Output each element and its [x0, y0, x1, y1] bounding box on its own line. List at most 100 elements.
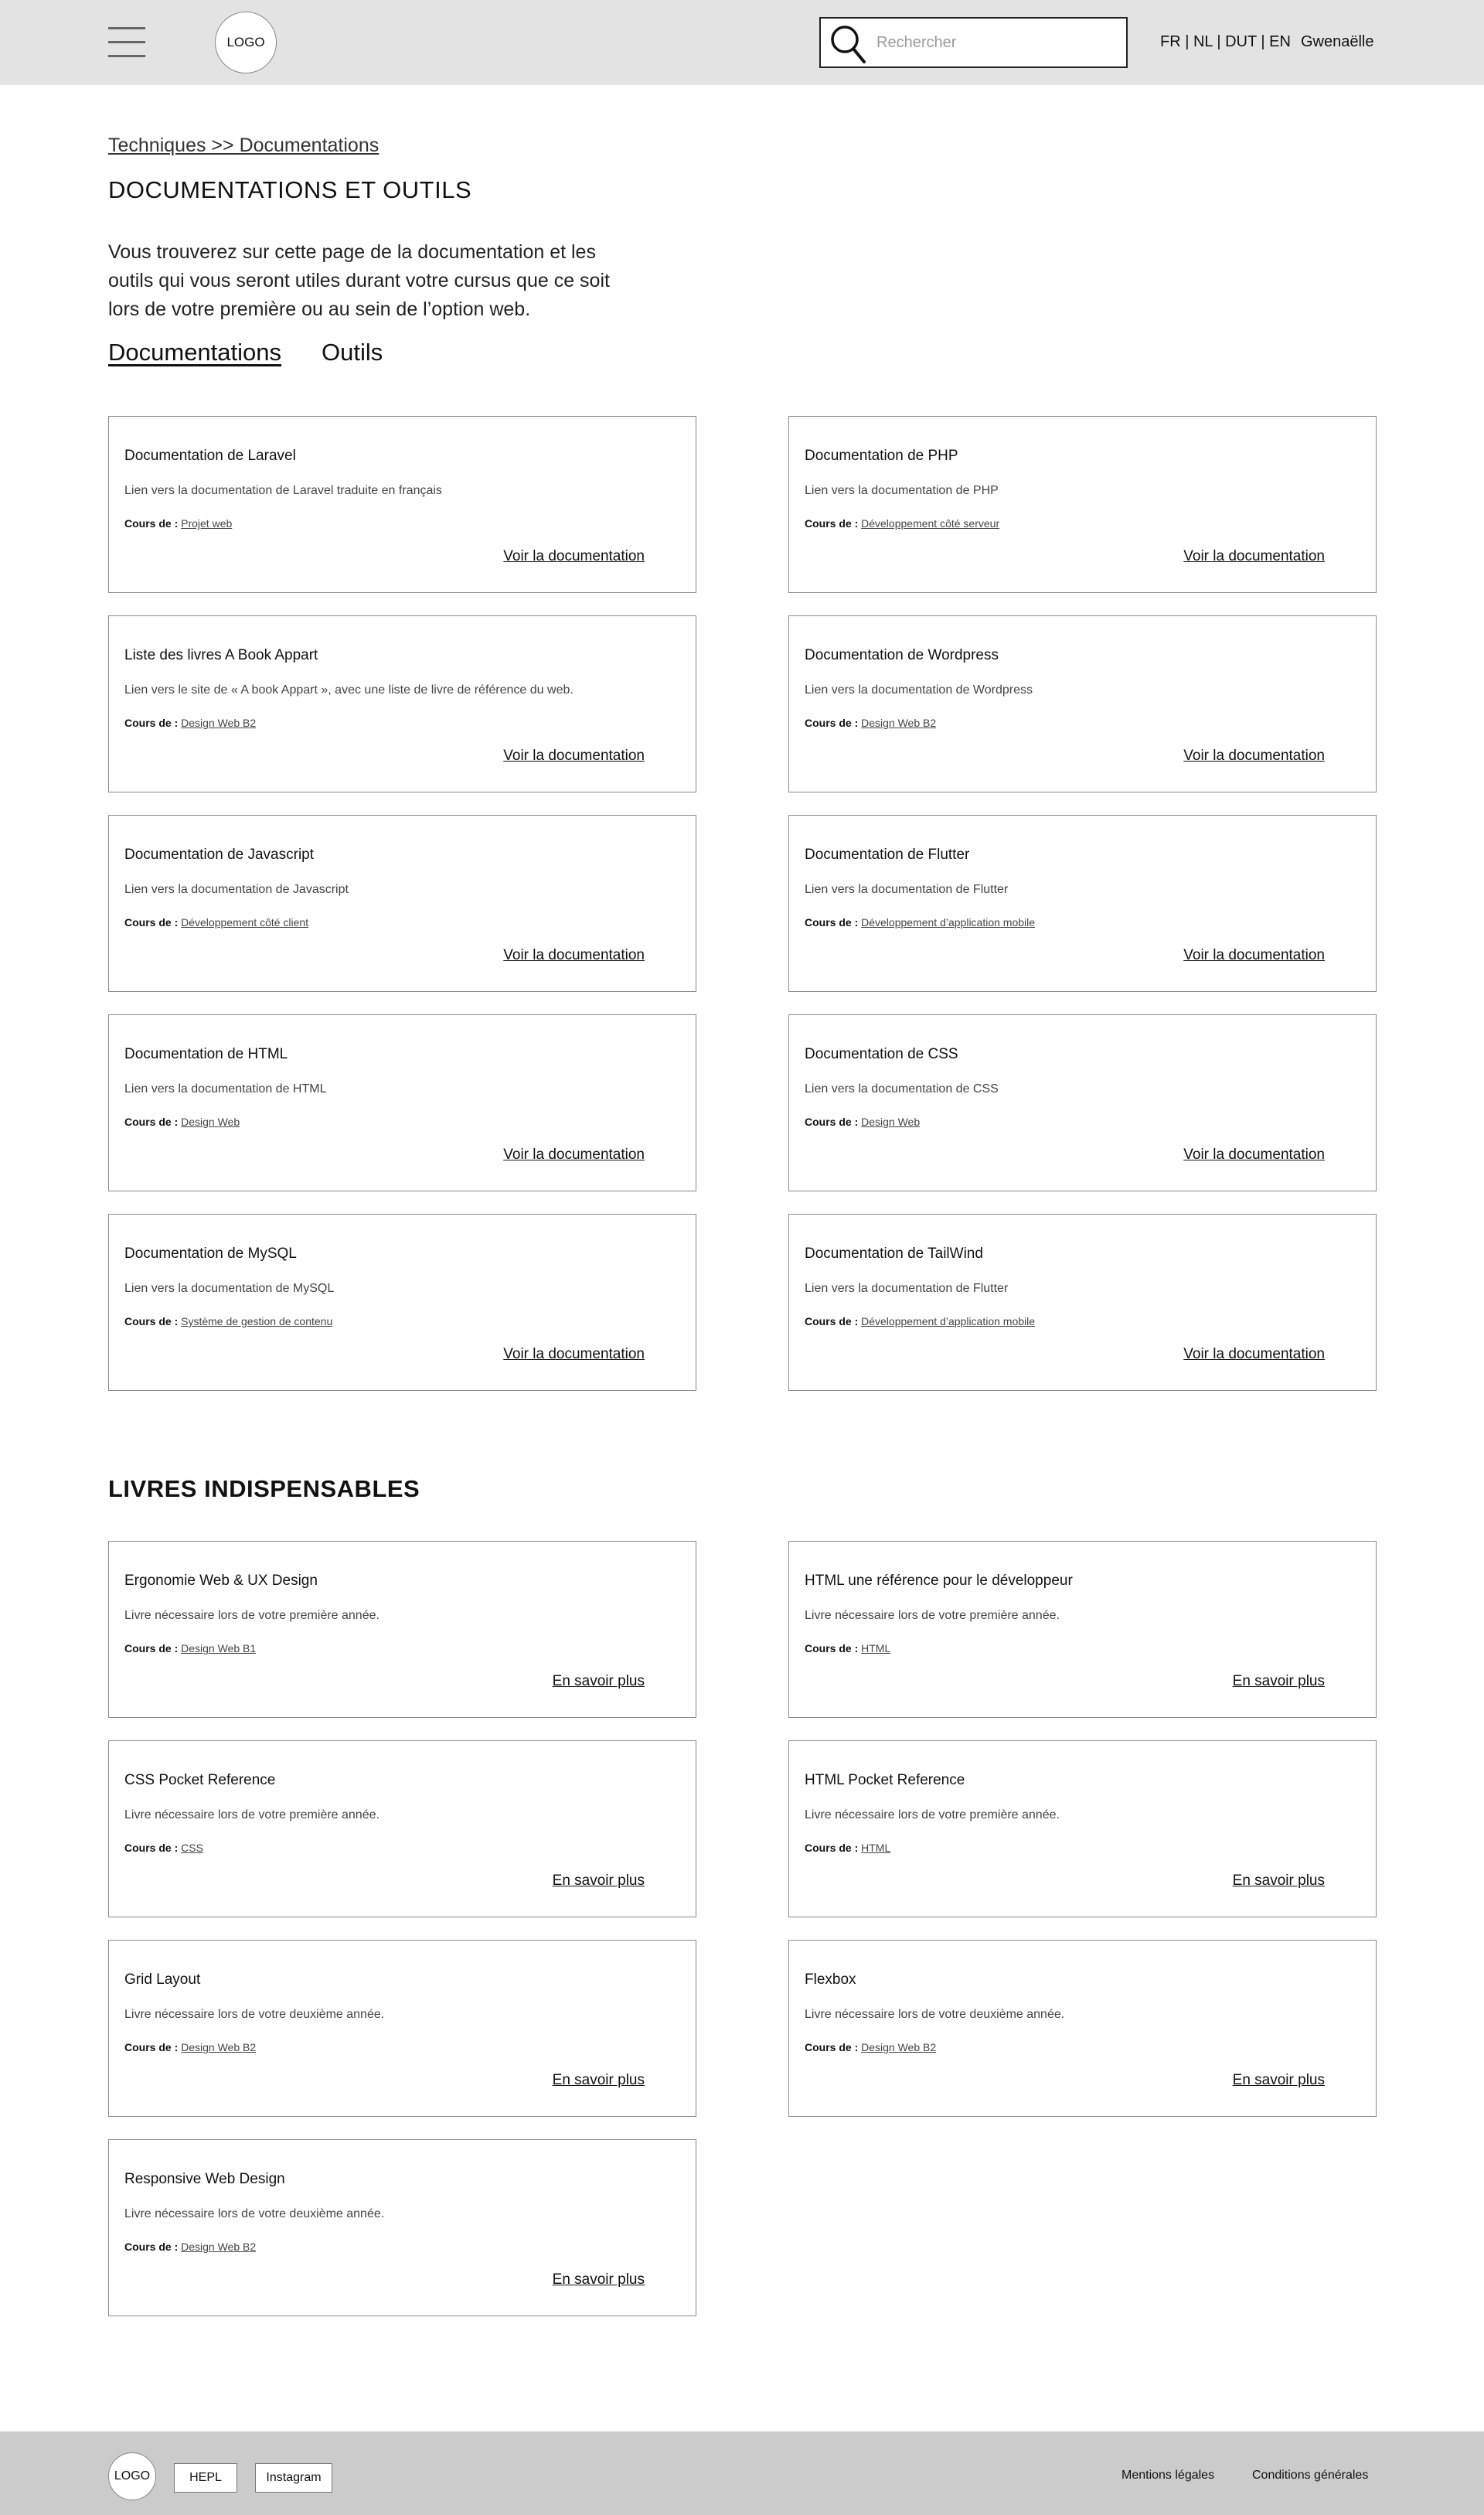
card-title: Documentation de MySQL [124, 1246, 297, 1262]
course-prefix: Cours de : [124, 517, 179, 530]
card-action-link[interactable]: Voir la documentation [1183, 1346, 1325, 1363]
tab-outils[interactable]: Outils [322, 339, 383, 366]
legal-notice-link[interactable]: Mentions légales [1122, 2469, 1214, 2483]
course-link[interactable]: Développement côté serveur [861, 517, 999, 530]
card-action-link[interactable]: Voir la documentation [503, 1346, 645, 1363]
documentation-card: Documentation de TailWind Lien vers la do… [788, 1214, 1377, 1391]
course-link[interactable]: Projet web [181, 517, 232, 530]
card-action-link[interactable]: Voir la documentation [1183, 1147, 1325, 1164]
card-course: Cours de : Design Web B1 [124, 1642, 256, 1655]
card-description: Livre nécessaire lors de votre deuxième … [124, 2207, 385, 2220]
card-description: Lien vers le site de « A book Appart », … [124, 683, 574, 697]
card-title: Documentation de Flutter [805, 847, 970, 863]
card-course: Cours de : HTML [805, 1642, 890, 1655]
card-course: Cours de : Design Web [805, 1116, 920, 1128]
documentation-card: Liste des livres A Book Appart Lien vers … [108, 615, 696, 792]
menu-line [108, 27, 145, 29]
course-link[interactable]: Design Web B2 [861, 717, 936, 729]
course-link[interactable]: Design Web [861, 1116, 920, 1128]
card-action-link[interactable]: Voir la documentation [503, 947, 645, 964]
card-action-link[interactable]: En savoir plus [1233, 1873, 1325, 1890]
card-course: Cours de : Design Web B2 [805, 2041, 936, 2053]
card-action-link[interactable]: Voir la documentation [503, 1147, 645, 1164]
course-link[interactable]: Développement d’application mobile [861, 1315, 1035, 1327]
card-title: Documentation de Laravel [124, 448, 296, 464]
course-link[interactable]: Design Web B1 [181, 1642, 256, 1655]
card-action-link[interactable]: En savoir plus [553, 1673, 645, 1690]
breadcrumb[interactable]: Techniques >> Documentations [108, 135, 379, 157]
card-description: Lien vers la documentation de HTML [124, 1082, 327, 1096]
card-description: Lien vers la documentation de MySQL [124, 1282, 335, 1295]
course-link[interactable]: Design Web B2 [181, 717, 256, 729]
course-link[interactable]: HTML [861, 1842, 890, 1854]
card-title: Documentation de HTML [124, 1046, 288, 1062]
card-title: Responsive Web Design [124, 2171, 285, 2187]
card-course: Cours de : Développement côté client [124, 916, 308, 929]
card-action-link[interactable]: En savoir plus [553, 2271, 645, 2288]
search-input[interactable] [876, 26, 1116, 59]
book-card: CSS Pocket Reference Livre nécessaire lor… [108, 1740, 696, 1917]
card-title: Documentation de TailWind [805, 1246, 983, 1262]
book-card: Grid Layout Livre nécessaire lors de votr… [108, 1940, 696, 2117]
footer-logo[interactable]: LOGO [108, 2452, 156, 2500]
course-link[interactable]: Développement d’application mobile [861, 916, 1035, 929]
card-title: Documentation de PHP [805, 448, 958, 464]
card-action-link[interactable]: En savoir plus [1233, 2072, 1325, 2089]
card-action-link[interactable]: Voir la documentation [1183, 748, 1325, 765]
card-course: Cours de : Design Web [124, 1116, 240, 1128]
book-card: Ergonomie Web & UX Design Livre nécessair… [108, 1541, 696, 1718]
card-action-link[interactable]: Voir la documentation [1183, 947, 1325, 964]
card-title: Flexbox [805, 1971, 856, 1988]
course-prefix: Cours de : [805, 2041, 859, 2053]
course-link[interactable]: Design Web B2 [181, 2241, 256, 2253]
course-prefix: Cours de : [805, 1842, 859, 1854]
card-description: Livre nécessaire lors de votre deuxième … [805, 2008, 1065, 2021]
card-description: Lien vers la documentation de CSS [805, 1082, 999, 1096]
course-link[interactable]: CSS [181, 1842, 203, 1854]
course-prefix: Cours de : [124, 1116, 179, 1128]
course-link[interactable]: HTML [861, 1642, 890, 1655]
book-card: Responsive Web Design Livre nécessaire lo… [108, 2139, 696, 2316]
card-description: Lien vers la documentation de PHP [805, 484, 999, 497]
card-action-link[interactable]: En savoir plus [1233, 1673, 1325, 1690]
search-box[interactable] [819, 17, 1128, 68]
card-action-link[interactable]: Voir la documentation [1183, 548, 1325, 565]
hepl-button[interactable]: HEPL [174, 2463, 237, 2493]
course-prefix: Cours de : [124, 916, 179, 929]
card-action-link[interactable]: Voir la documentation [503, 548, 645, 565]
menu-line [108, 41, 145, 43]
instagram-button[interactable]: Instagram [255, 2463, 332, 2493]
terms-link[interactable]: Conditions générales [1252, 2469, 1368, 2483]
book-card: HTML une référence pour le développeur Li… [788, 1541, 1377, 1718]
course-prefix: Cours de : [124, 1842, 179, 1854]
course-link[interactable]: Développement côté client [181, 916, 308, 929]
search-icon[interactable] [829, 23, 867, 65]
language-switcher[interactable]: FR | NL | DUT | EN [1160, 33, 1291, 51]
documentation-card: Documentation de PHP Lien vers la documen… [788, 416, 1377, 593]
card-title: Documentation de Javascript [124, 847, 315, 863]
hamburger-menu-icon[interactable] [108, 26, 145, 58]
course-link[interactable]: Design Web [181, 1116, 240, 1128]
card-title: Liste des livres A Book Appart [124, 647, 318, 663]
book-card: Flexbox Livre nécessaire lors de votre de… [788, 1940, 1377, 2117]
documentation-card: Documentation de HTML Lien vers la docume… [108, 1014, 696, 1191]
course-prefix: Cours de : [805, 517, 859, 530]
menu-line [108, 55, 145, 57]
card-title: Documentation de CSS [805, 1046, 958, 1062]
card-description: Livre nécessaire lors de votre première … [124, 1808, 380, 1822]
card-action-link[interactable]: Voir la documentation [503, 748, 645, 765]
card-title: Ergonomie Web & UX Design [124, 1573, 318, 1589]
course-link[interactable]: Design Web B2 [181, 2041, 256, 2053]
tab-documentations[interactable]: Documentations [108, 339, 281, 366]
user-name[interactable]: Gwenaëlle [1301, 33, 1374, 51]
documentation-card: Documentation de MySQL Lien vers la docum… [108, 1214, 696, 1391]
course-link[interactable]: Système de gestion de contenu [181, 1315, 332, 1327]
course-prefix: Cours de : [805, 717, 859, 729]
card-course: Cours de : Système de gestion de contenu [124, 1315, 332, 1327]
course-link[interactable]: Design Web B2 [861, 2041, 936, 2053]
book-card: HTML Pocket Reference Livre nécessaire lo… [788, 1740, 1377, 1917]
card-action-link[interactable]: En savoir plus [553, 1873, 645, 1890]
card-action-link[interactable]: En savoir plus [553, 2072, 645, 2089]
logo[interactable]: LOGO [215, 12, 277, 73]
card-title: Grid Layout [124, 1971, 201, 1988]
